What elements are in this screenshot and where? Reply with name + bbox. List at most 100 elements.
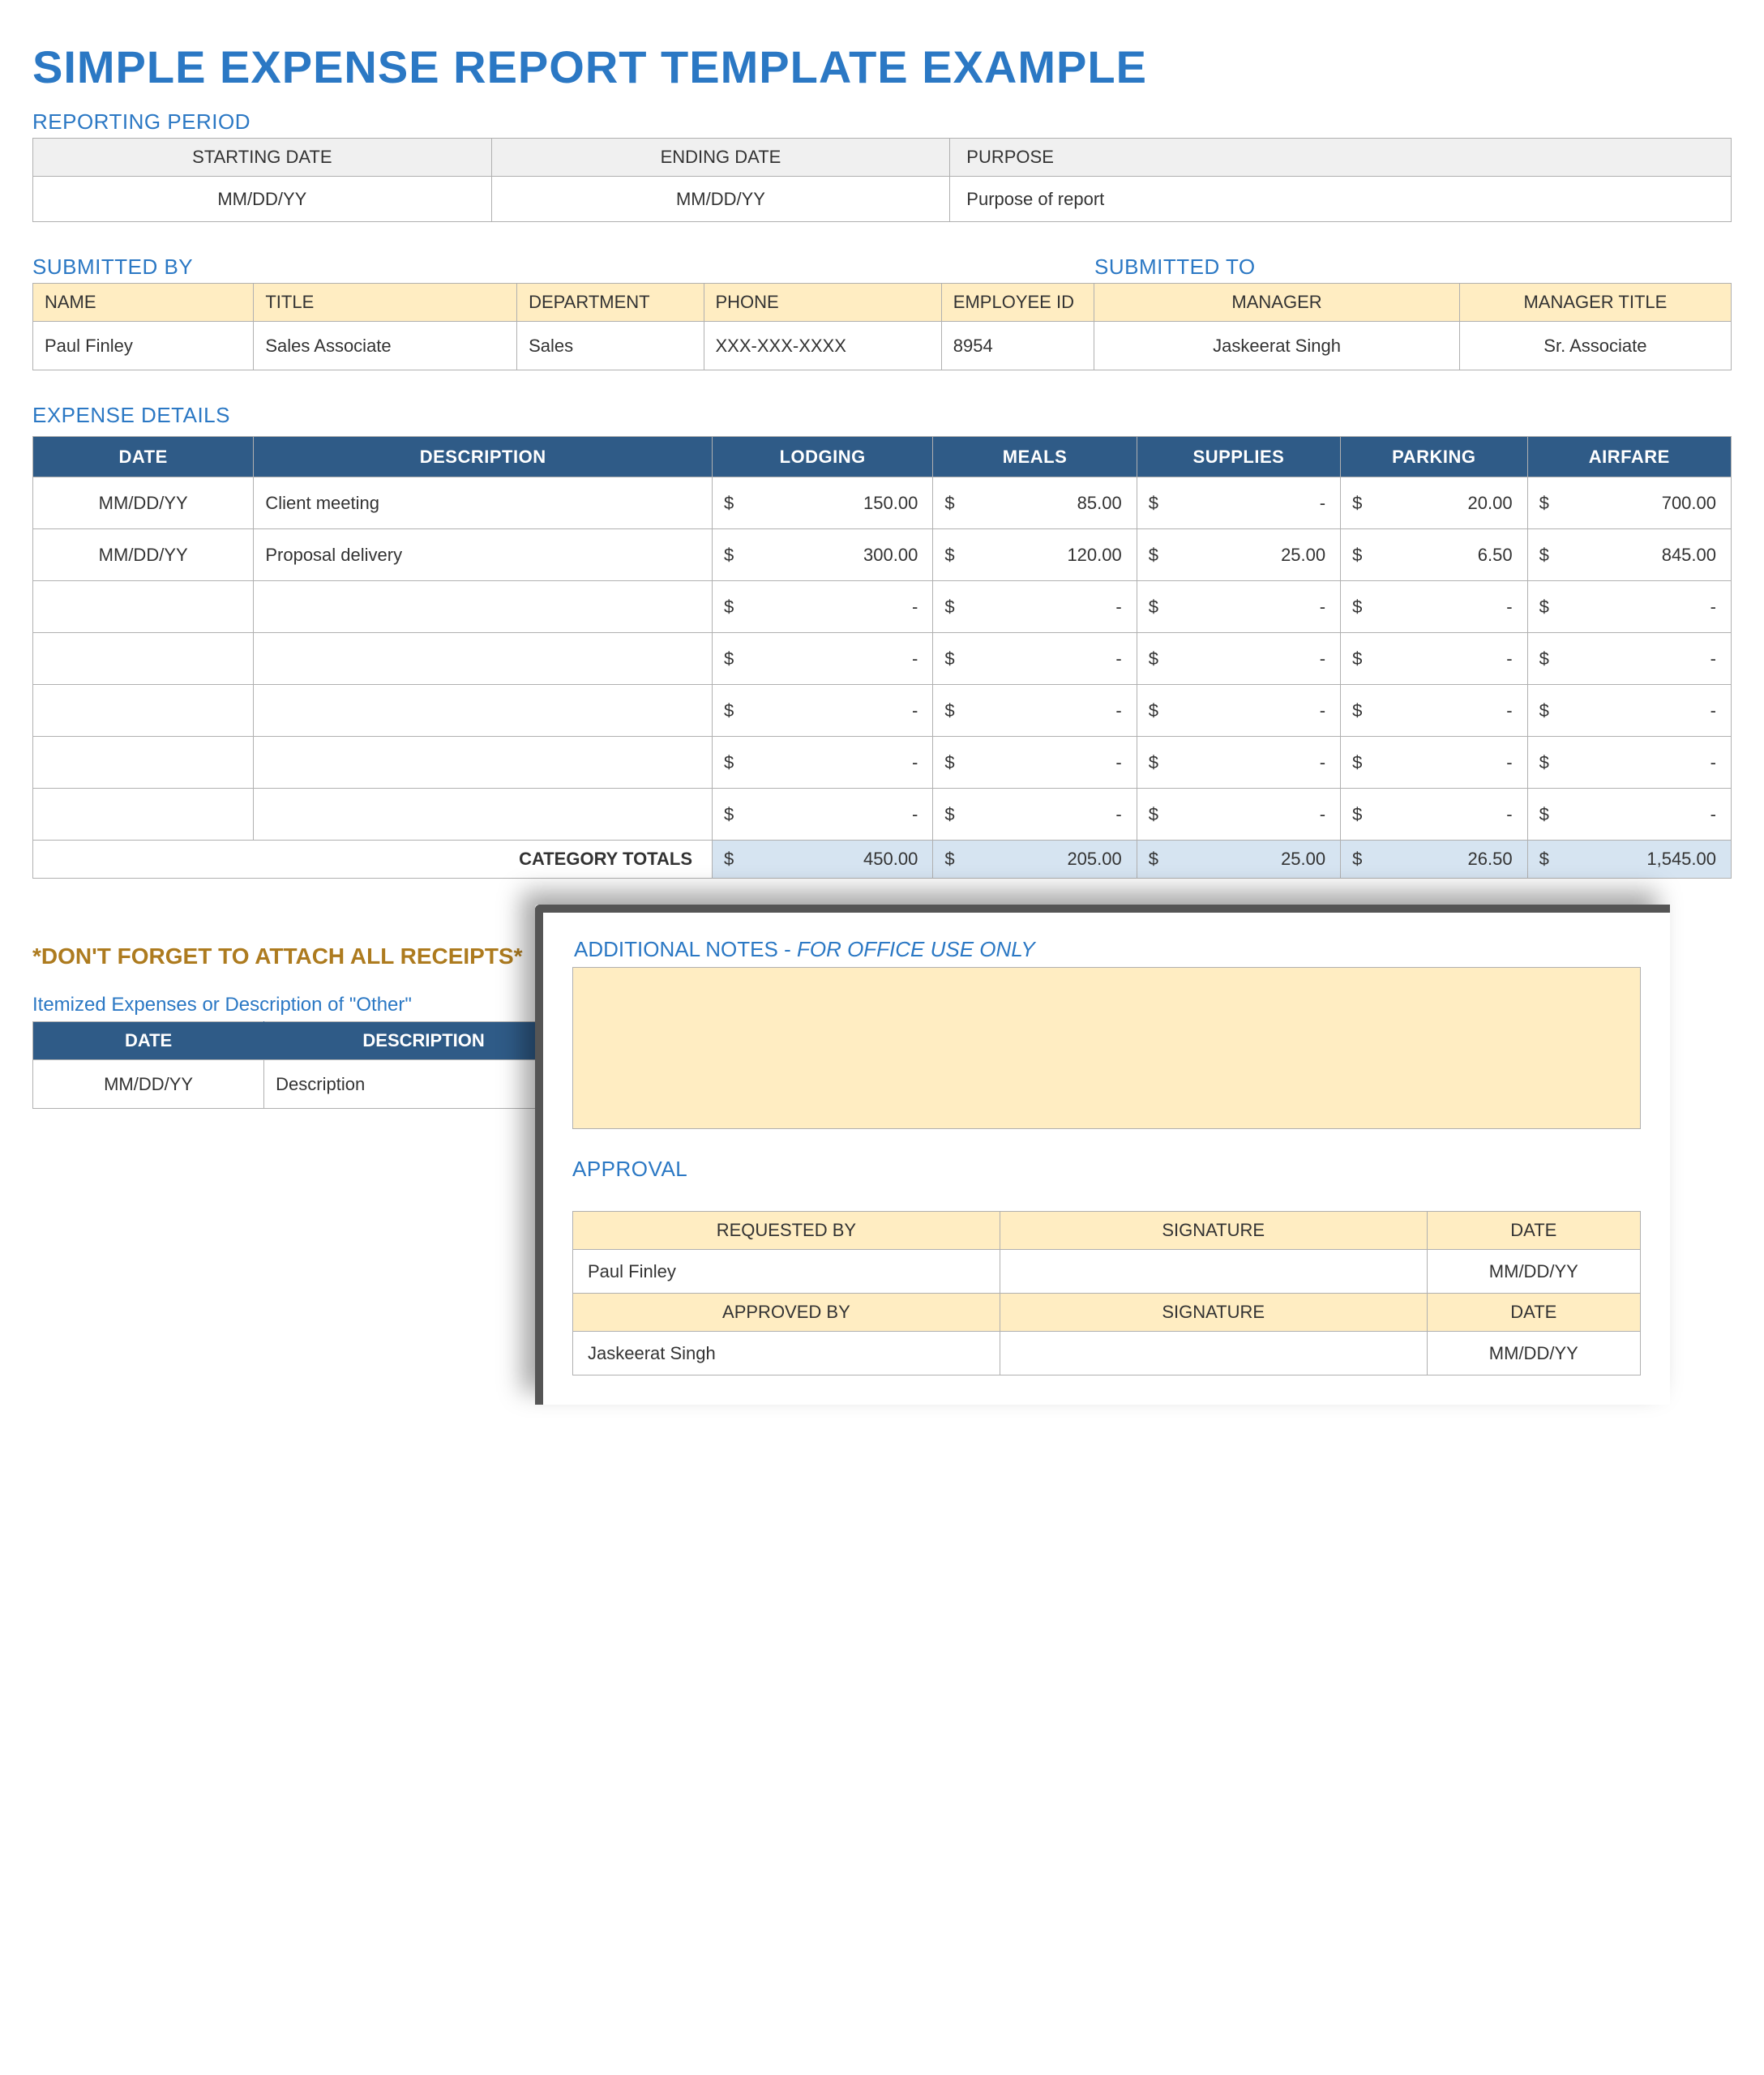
start-date-header: STARTING DATE [33, 139, 492, 177]
expense-row[interactable]: $-$-$-$-$- [33, 737, 1732, 789]
title-header: TITLE [254, 284, 517, 322]
expense-row[interactable]: MM/DD/YYProposal delivery$300.00$120.00$… [33, 529, 1732, 581]
expense-supplies[interactable]: $- [1137, 685, 1340, 737]
phone-value[interactable]: XXX-XXX-XXXX [704, 322, 941, 370]
col-supplies: SUPPLIES [1137, 437, 1340, 477]
employee-id-value[interactable]: 8954 [941, 322, 1094, 370]
expense-meals[interactable]: $120.00 [933, 529, 1137, 581]
date-value-2[interactable]: MM/DD/YY [1427, 1332, 1640, 1375]
itemized-row[interactable]: MM/DD/YY Description [33, 1060, 584, 1109]
expense-date[interactable]: MM/DD/YY [33, 529, 254, 581]
date-value-1[interactable]: MM/DD/YY [1427, 1250, 1640, 1294]
expense-description[interactable] [254, 581, 713, 633]
expense-meals[interactable]: $- [933, 633, 1137, 685]
expense-airfare[interactable]: $845.00 [1527, 529, 1731, 581]
expense-lodging[interactable]: $- [713, 581, 933, 633]
expense-date[interactable] [33, 737, 254, 789]
purpose-value[interactable]: Purpose of report [950, 177, 1732, 222]
approved-by-header: APPROVED BY [573, 1294, 1000, 1332]
expense-supplies[interactable]: $25.00 [1137, 529, 1340, 581]
phone-header: PHONE [704, 284, 941, 322]
requested-by-header: REQUESTED BY [573, 1212, 1000, 1250]
expense-lodging[interactable]: $- [713, 789, 933, 841]
expense-meals[interactable]: $- [933, 737, 1137, 789]
expense-parking[interactable]: $- [1341, 737, 1527, 789]
expense-date[interactable] [33, 789, 254, 841]
expense-airfare[interactable]: $700.00 [1527, 477, 1731, 529]
expense-parking[interactable]: $- [1341, 789, 1527, 841]
expense-date[interactable] [33, 581, 254, 633]
col-airfare: AIRFARE [1527, 437, 1731, 477]
expense-date[interactable]: MM/DD/YY [33, 477, 254, 529]
employee-id-header: EMPLOYEE ID [941, 284, 1094, 322]
expense-lodging[interactable]: $- [713, 633, 933, 685]
col-parking: PARKING [1341, 437, 1527, 477]
category-totals-label: CATEGORY TOTALS [33, 841, 713, 879]
expense-parking[interactable]: $6.50 [1341, 529, 1527, 581]
manager-title-header: MANAGER TITLE [1459, 284, 1731, 322]
expense-description[interactable] [254, 737, 713, 789]
expense-date[interactable] [33, 633, 254, 685]
submitted-table: NAME TITLE DEPARTMENT PHONE EMPLOYEE ID … [32, 283, 1732, 370]
expense-airfare[interactable]: $- [1527, 737, 1731, 789]
expense-description[interactable] [254, 789, 713, 841]
expense-row[interactable]: $-$-$-$-$- [33, 581, 1732, 633]
requested-by-value[interactable]: Paul Finley [573, 1250, 1000, 1294]
expense-airfare[interactable]: $- [1527, 581, 1731, 633]
expense-row[interactable]: $-$-$-$-$- [33, 685, 1732, 737]
expense-lodging[interactable]: $- [713, 685, 933, 737]
expense-supplies[interactable]: $- [1137, 477, 1340, 529]
additional-notes-box[interactable] [572, 967, 1641, 1129]
expense-supplies[interactable]: $- [1137, 789, 1340, 841]
expense-lodging[interactable]: $300.00 [713, 529, 933, 581]
end-date-header: ENDING DATE [491, 139, 950, 177]
department-value[interactable]: Sales [517, 322, 704, 370]
expense-supplies[interactable]: $- [1137, 581, 1340, 633]
signature-header-1: SIGNATURE [1000, 1212, 1427, 1250]
total-meals: $205.00 [933, 841, 1137, 879]
expense-row[interactable]: $-$-$-$-$- [33, 633, 1732, 685]
expense-supplies[interactable]: $- [1137, 633, 1340, 685]
expense-meals[interactable]: $- [933, 581, 1137, 633]
itemized-date[interactable]: MM/DD/YY [33, 1060, 264, 1109]
expense-airfare[interactable]: $- [1527, 789, 1731, 841]
signature-value-2[interactable] [1000, 1332, 1427, 1375]
expense-lodging[interactable]: $150.00 [713, 477, 933, 529]
expense-airfare[interactable]: $- [1527, 633, 1731, 685]
manager-title-value[interactable]: Sr. Associate [1459, 322, 1731, 370]
expense-details-title: EXPENSE DETAILS [32, 403, 1732, 428]
date-header-1: DATE [1427, 1212, 1640, 1250]
office-use-panel: ADDITIONAL NOTES - FOR OFFICE USE ONLY A… [535, 905, 1670, 1405]
signature-header-2: SIGNATURE [1000, 1294, 1427, 1332]
expense-row[interactable]: MM/DD/YYClient meeting$150.00$85.00$-$20… [33, 477, 1732, 529]
expense-airfare[interactable]: $- [1527, 685, 1731, 737]
approved-by-value[interactable]: Jaskeerat Singh [573, 1332, 1000, 1375]
name-value[interactable]: Paul Finley [33, 322, 254, 370]
expense-parking[interactable]: $- [1341, 685, 1527, 737]
start-date-value[interactable]: MM/DD/YY [33, 177, 492, 222]
end-date-value[interactable]: MM/DD/YY [491, 177, 950, 222]
department-header: DEPARTMENT [517, 284, 704, 322]
expense-row[interactable]: $-$-$-$-$- [33, 789, 1732, 841]
submitted-to-title: SUBMITTED TO [1094, 255, 1256, 280]
expense-meals[interactable]: $- [933, 685, 1137, 737]
total-supplies: $25.00 [1137, 841, 1340, 879]
expense-parking[interactable]: $- [1341, 633, 1527, 685]
expense-date[interactable] [33, 685, 254, 737]
title-value[interactable]: Sales Associate [254, 322, 517, 370]
signature-value-1[interactable] [1000, 1250, 1427, 1294]
expense-description[interactable]: Client meeting [254, 477, 713, 529]
reporting-period-table: STARTING DATE ENDING DATE PURPOSE MM/DD/… [32, 138, 1732, 222]
expense-description[interactable] [254, 633, 713, 685]
expense-meals[interactable]: $- [933, 789, 1137, 841]
expense-parking[interactable]: $20.00 [1341, 477, 1527, 529]
expense-supplies[interactable]: $- [1137, 737, 1340, 789]
expense-description[interactable] [254, 685, 713, 737]
itemized-table: DATE DESCRIPTION MM/DD/YY Description [32, 1021, 584, 1109]
expense-parking[interactable]: $- [1341, 581, 1527, 633]
expense-description[interactable]: Proposal delivery [254, 529, 713, 581]
expense-lodging[interactable]: $- [713, 737, 933, 789]
manager-value[interactable]: Jaskeerat Singh [1094, 322, 1459, 370]
expense-meals[interactable]: $85.00 [933, 477, 1137, 529]
itemized-col-date: DATE [33, 1022, 264, 1060]
